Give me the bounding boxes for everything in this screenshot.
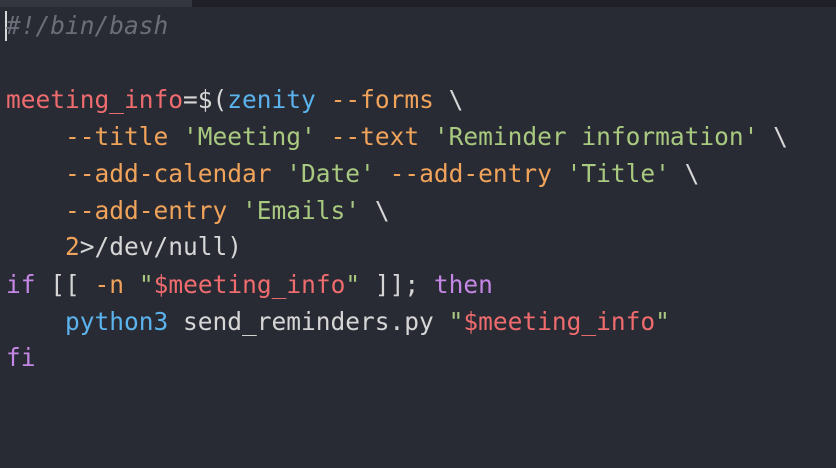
- keyword-if: if: [6, 270, 36, 299]
- option-flag: --add-entry: [65, 196, 228, 225]
- code-line-1[interactable]: #!/bin/bash: [6, 11, 168, 41]
- code-line-9[interactable]: python3 send_reminders.py "$meeting_info…: [6, 307, 670, 337]
- keyword-then: then: [433, 270, 493, 299]
- test-bracket-close: ]];: [360, 270, 434, 299]
- option-flag: --forms: [330, 85, 434, 114]
- variable-reference: $meeting_info: [463, 307, 656, 336]
- option-flag: --title: [65, 122, 169, 151]
- line-continuation: \: [433, 85, 464, 114]
- code-line-8[interactable]: if [[ -n "$meeting_info" ]]; then: [6, 270, 493, 300]
- command-name: zenity: [227, 85, 316, 114]
- quote-open: ": [448, 307, 464, 336]
- assign-operator: =$(: [183, 85, 228, 114]
- script-filename: send_reminders.py: [183, 307, 434, 336]
- code-line-7[interactable]: 2>/dev/null): [6, 232, 242, 262]
- code-editor[interactable]: #!/bin/bash meeting_info=$(zenity --form…: [0, 0, 836, 468]
- line-continuation: \: [360, 196, 390, 225]
- line-continuation: \: [758, 122, 788, 151]
- editor-top-bar: [0, 0, 836, 7]
- keyword-fi: fi: [6, 343, 36, 372]
- code-line-6[interactable]: --add-entry 'Emails' \: [6, 196, 390, 226]
- option-flag: --add-calendar: [65, 159, 272, 188]
- variable-name: meeting_info: [6, 85, 184, 114]
- option-flag: --add-entry: [389, 159, 552, 188]
- shebang-comment: #!/bin/bash: [6, 11, 169, 40]
- quote-close: ": [345, 270, 361, 299]
- quote-close: ": [655, 307, 670, 336]
- code-line-4[interactable]: --title 'Meeting' --text 'Reminder infor…: [6, 122, 788, 152]
- test-bracket-open: [[: [35, 270, 95, 299]
- line-continuation: \: [669, 159, 700, 188]
- string-literal: 'Emails': [242, 196, 361, 225]
- quote-open: ": [138, 270, 154, 299]
- code-line-5[interactable]: --add-calendar 'Date' --add-entry 'Title…: [6, 159, 699, 189]
- command-name: python3: [65, 307, 169, 336]
- string-literal: 'Meeting': [183, 122, 316, 151]
- code-line-3[interactable]: meeting_info=$(zenity --forms \: [6, 85, 463, 115]
- string-literal: 'Date': [286, 159, 375, 188]
- string-literal: 'Reminder information': [433, 122, 759, 151]
- file-descriptor: 2: [65, 232, 80, 261]
- code-line-10[interactable]: fi: [6, 343, 36, 373]
- redirect-path: >/dev/null): [79, 232, 243, 261]
- option-flag: -n: [94, 270, 125, 299]
- editor-tab[interactable]: [0, 0, 192, 7]
- string-literal: 'Title': [566, 159, 670, 188]
- option-flag: --text: [330, 122, 420, 151]
- variable-reference: $meeting_info: [153, 270, 346, 299]
